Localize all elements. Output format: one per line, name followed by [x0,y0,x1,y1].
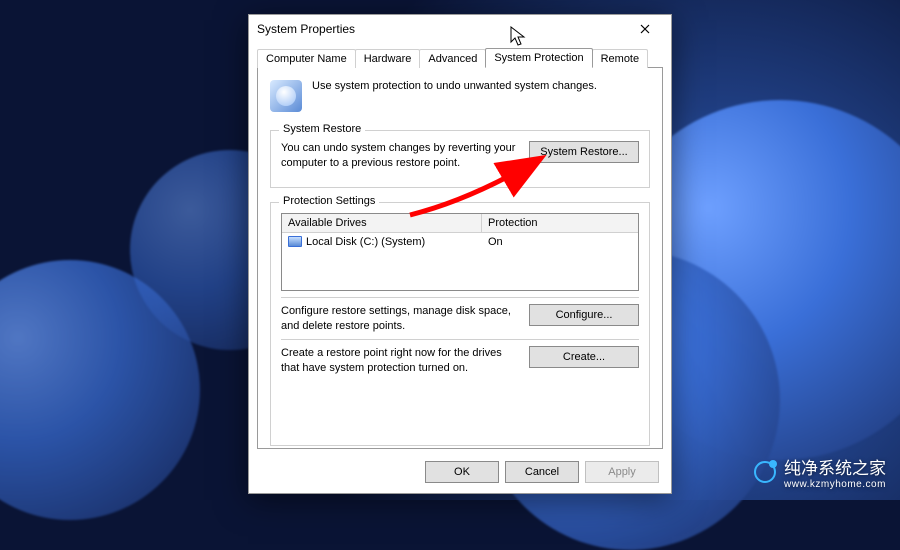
configure-button[interactable]: Configure... [529,304,639,326]
close-icon [640,24,650,34]
watermark: 纯净系统之家 www.kzmyhome.com [754,454,886,490]
system-restore-frame-title: System Restore [279,123,365,135]
separator [281,297,639,298]
tab-remote[interactable]: Remote [592,49,649,68]
create-button[interactable]: Create... [529,346,639,368]
apply-button: Apply [585,461,659,483]
protection-settings-frame: Protection Settings Available Drives Pro… [270,202,650,446]
intro-row: Use system protection to undo unwanted s… [270,78,650,116]
column-protection[interactable]: Protection [482,214,638,232]
cancel-button[interactable]: Cancel [505,461,579,483]
column-available-drives[interactable]: Available Drives [282,214,482,232]
system-restore-frame: System Restore You can undo system chang… [270,130,650,188]
window-title: System Properties [257,22,627,36]
titlebar[interactable]: System Properties [249,15,671,43]
tab-computer-name[interactable]: Computer Name [257,49,356,68]
system-properties-dialog: System Properties Computer Name Hardware… [248,14,672,494]
tab-hardware[interactable]: Hardware [355,49,421,68]
intro-text: Use system protection to undo unwanted s… [312,80,597,92]
dialog-footer: OK Cancel Apply [249,453,671,493]
configure-desc: Configure restore settings, manage disk … [281,304,517,334]
tab-panel-system-protection: Use system protection to undo unwanted s… [257,67,663,449]
system-restore-desc: You can undo system changes by reverting… [281,141,517,171]
tab-strip: Computer Name Hardware Advanced System P… [249,43,671,67]
system-restore-button[interactable]: System Restore... [529,141,639,163]
close-button[interactable] [627,17,663,41]
tab-system-protection[interactable]: System Protection [485,48,592,68]
drive-protection-status: On [482,233,509,251]
drive-table[interactable]: Available Drives Protection Local Disk (… [281,213,639,291]
disk-icon [288,236,302,247]
table-row[interactable]: Local Disk (C:) (System) On [282,233,638,251]
watermark-url: www.kzmyhome.com [784,479,886,490]
drive-name: Local Disk (C:) (System) [306,236,425,248]
ok-button[interactable]: OK [425,461,499,483]
create-desc: Create a restore point right now for the… [281,346,517,376]
watermark-brand: 纯净系统之家 [784,454,886,479]
separator [281,339,639,340]
tab-advanced[interactable]: Advanced [419,49,486,68]
watermark-logo-icon [754,461,776,483]
protection-shield-icon [270,80,302,112]
protection-settings-frame-title: Protection Settings [279,195,379,207]
